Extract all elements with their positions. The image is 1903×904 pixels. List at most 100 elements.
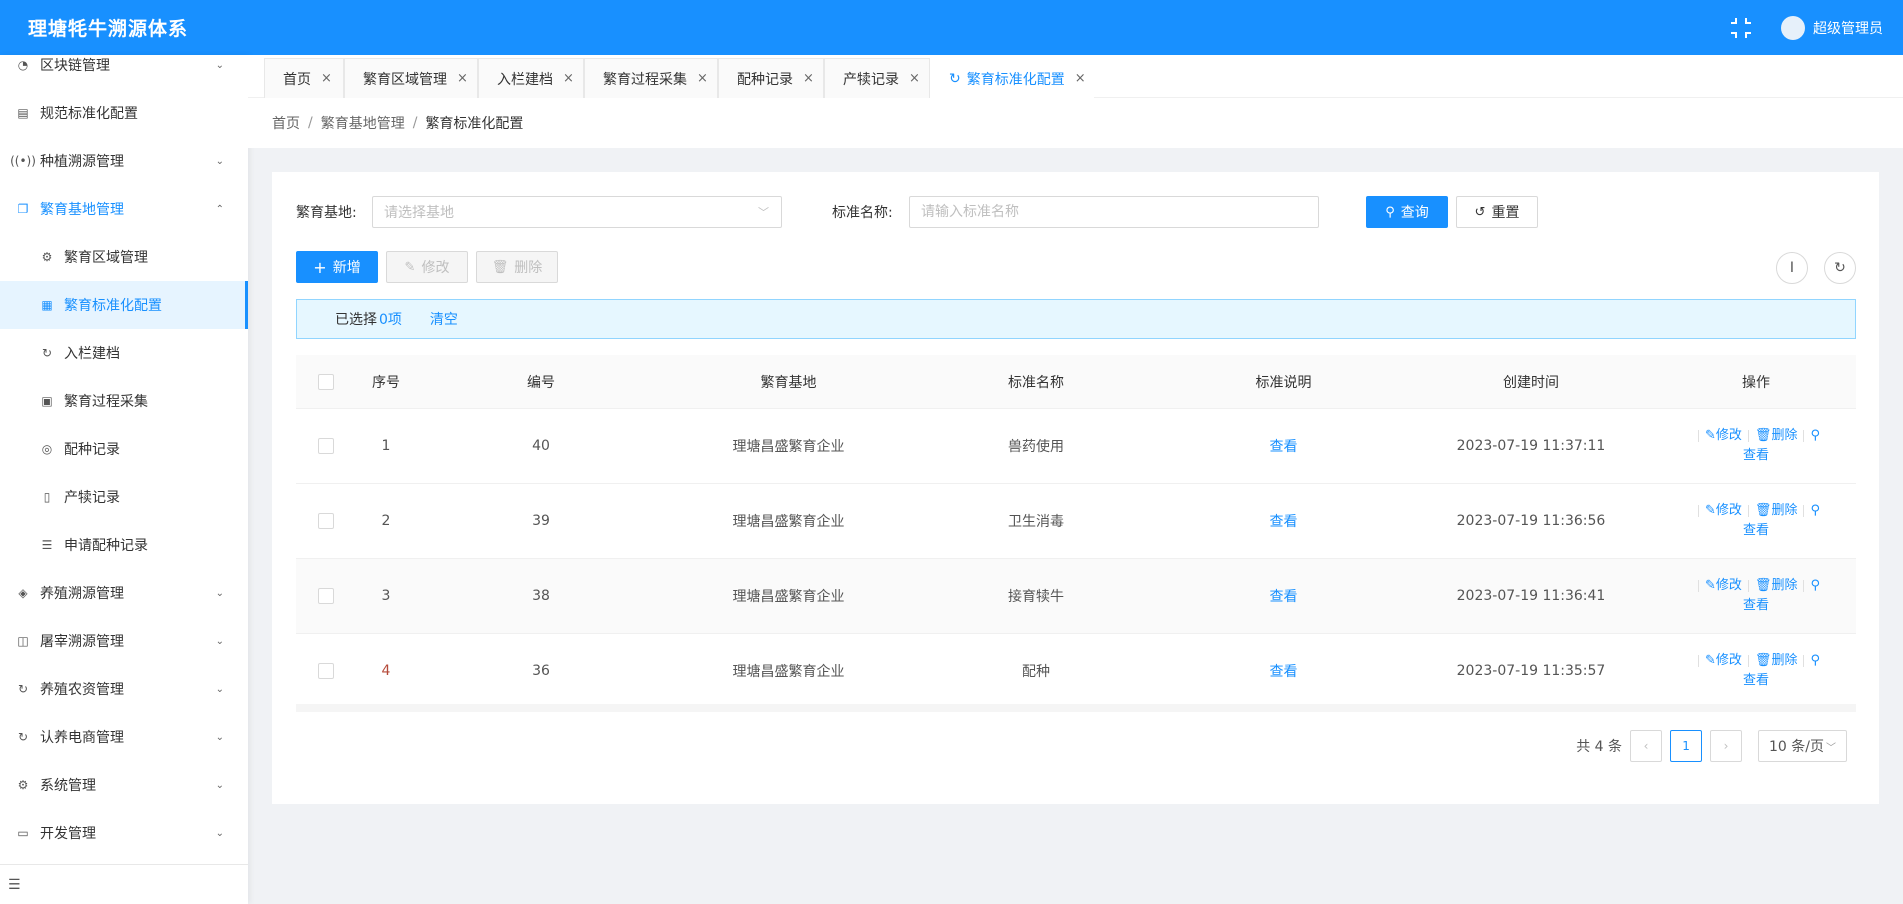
close-icon[interactable]: × [697,71,708,86]
sidebar-subitem-calving-record[interactable]: ▯ 产犊记录 [0,473,248,521]
view-description-link[interactable]: 查看 [1161,436,1406,456]
name-label: 标准名称: [832,205,893,221]
chevron-down-icon: ⌄ [215,155,224,167]
close-icon[interactable]: × [457,71,468,86]
sidebar-item-system[interactable]: ⚙ 系统管理 ⌄ [0,761,248,809]
view-description-link[interactable]: 查看 [1161,661,1406,681]
select-all-checkbox[interactable] [318,373,334,390]
gear-icon: ⚙ [17,778,29,792]
row-index: 3 [381,588,391,604]
row-view-link[interactable]: 查看 [1743,521,1769,541]
tab-breeding-area[interactable]: 繁育区域管理 × [344,58,478,98]
row-edit-link[interactable]: ✎修改 [1705,426,1742,446]
sidebar-item-slaughter-trace[interactable]: ◫ 屠宰溯源管理 ⌄ [0,617,248,665]
row-edit-link[interactable]: ✎修改 [1705,501,1742,521]
row-checkbox[interactable] [318,588,334,604]
zoom-icon[interactable]: ⚲ [1810,501,1820,521]
row-delete-link[interactable]: 🗑删除 [1755,576,1798,596]
mobile-icon: ▯ [43,490,51,504]
close-icon[interactable]: × [1075,71,1086,86]
row-delete-link[interactable]: 🗑删除 [1755,651,1798,671]
sidebar-item-breeding-base[interactable]: ❐ 繁育基地管理 ⌃ [0,185,248,233]
sidebar-item-farm-supplies[interactable]: ↻ 养殖农资管理 ⌄ [0,665,248,713]
row-checkbox[interactable] [318,663,334,679]
avatar[interactable] [1781,15,1805,40]
prev-page-button[interactable]: ‹ [1630,730,1663,762]
clear-selection-link[interactable]: 清空 [430,309,458,329]
close-icon[interactable]: × [321,71,332,86]
sidebar-item-planting-trace[interactable]: ((•)) 种植溯源管理 ⌄ [0,137,248,185]
tab-home[interactable]: 首页 × [264,58,344,98]
zoom-icon[interactable]: ⚲ [1810,651,1820,671]
tab-label: 配种记录 [737,71,793,88]
sidebar-subitem-breeding-standard[interactable]: ▦ 繁育标准化配置 [0,281,248,329]
page-size-select[interactable]: 10 条/页 ﹀ [1758,730,1847,762]
row-view-link[interactable]: 查看 [1743,446,1769,466]
column-header: 创建时间 [1503,374,1559,391]
row-edit-link[interactable]: ✎修改 [1705,576,1742,596]
app-title: 理塘牦牛溯源体系 [28,18,189,40]
sidebar-item-breeding-trace[interactable]: ◈ 养殖溯源管理 ⌄ [0,569,248,617]
view-description-link[interactable]: 查看 [1161,511,1406,531]
reset-button[interactable]: ↺ 重置 [1456,196,1538,228]
edit-icon: ✎ [1705,578,1716,593]
sidebar-item-adoption-ecommerce[interactable]: ↻ 认养电商管理 ⌄ [0,713,248,761]
view-description-link[interactable]: 查看 [1161,586,1406,606]
refresh-icon[interactable]: ↻ [949,71,961,87]
sidebar-item-development[interactable]: ▭ 开发管理 ⌄ [0,809,248,857]
sidebar-item-label: 繁育基地管理 [40,202,124,218]
edit-button[interactable]: ✎ 修改 [386,251,468,283]
row-checkbox[interactable] [318,513,334,529]
sidebar-subitem-breeding-area[interactable]: ⚙ 繁育区域管理 [0,233,248,281]
trash-icon: 🗑 [1754,503,1772,518]
gear-icon: ⚙ [41,250,53,264]
page-button[interactable]: 1 [1670,730,1703,762]
base-select[interactable]: 请选择基地 ﹀ [372,196,782,228]
query-button[interactable]: ⚲ 查询 [1366,196,1448,228]
sidebar-item-standard-config[interactable]: ▤ 规范标准化配置 [0,89,248,137]
divider [1803,580,1805,592]
reload-icon[interactable]: ↻ [1824,252,1856,284]
sidebar-subitem-label: 入栏建档 [64,346,120,362]
table-horizontal-scrollbar[interactable] [296,704,1856,712]
row-delete-link[interactable]: 🗑删除 [1755,426,1798,446]
row-check-cell [296,588,356,604]
zoom-icon[interactable]: ⚲ [1810,426,1820,446]
plus-icon: + [313,257,327,277]
sidebar-item-blockchain[interactable]: ◔ 区块链管理 ⌄ [0,55,248,89]
sidebar-subitem-breeding-collect[interactable]: ▣ 繁育过程采集 [0,377,248,425]
copy-icon: ❐ [17,202,29,216]
briefcase-icon: ▭ [17,826,29,840]
row-delete-link[interactable]: 🗑删除 [1755,501,1798,521]
column-height-icon[interactable]: Ⅰ [1776,252,1808,284]
tab-pen-archive[interactable]: 入栏建档 × [478,58,584,98]
sidebar-item-label: 开发管理 [40,826,96,842]
tab-mating-record[interactable]: 配种记录 × [718,58,824,98]
row-edit-link[interactable]: ✎修改 [1705,651,1742,671]
chevron-down-icon: ⌄ [215,827,224,839]
sidebar-subitem-mating-record[interactable]: ◎ 配种记录 [0,425,248,473]
username[interactable]: 超级管理员 [1813,18,1883,38]
tabs-bar: 首页 × 繁育区域管理 × 入栏建档 × 繁育过程采集 × 配种记录 × 产犊记录 × ↻ 繁… [248,55,1903,98]
row-checkbox[interactable] [318,438,334,454]
sidebar-subitem-apply-mating[interactable]: ☰ 申请配种记录 [0,521,248,569]
sidebar-subitem-pen-archive[interactable]: ↻ 入栏建档 [0,329,248,377]
zoom-icon[interactable]: ⚲ [1810,576,1820,596]
standard-name-input[interactable] [909,196,1319,228]
next-page-button[interactable]: › [1710,730,1743,762]
close-icon[interactable]: × [909,71,920,86]
breadcrumb-item[interactable]: 首页 [272,113,300,133]
tab-breeding-collect[interactable]: 繁育过程采集 × [584,58,718,98]
row-view-link[interactable]: 查看 [1743,596,1769,616]
add-button[interactable]: + 新增 [296,251,378,283]
tab-breeding-standard[interactable]: ↻ 繁育标准化配置 × [930,58,1094,98]
tab-calving-record[interactable]: 产犊记录 × [824,58,930,98]
fullscreen-icon[interactable] [1731,17,1751,38]
close-icon[interactable]: × [563,71,574,86]
row-view-link[interactable]: 查看 [1743,671,1769,691]
delete-button[interactable]: 🗑 删除 [476,251,558,283]
sidebar-collapse-button[interactable]: ☰ [0,864,248,904]
reset-button-label: 重置 [1491,205,1520,221]
close-icon[interactable]: × [803,71,814,86]
breadcrumb-item[interactable]: 繁育基地管理 [321,113,405,133]
